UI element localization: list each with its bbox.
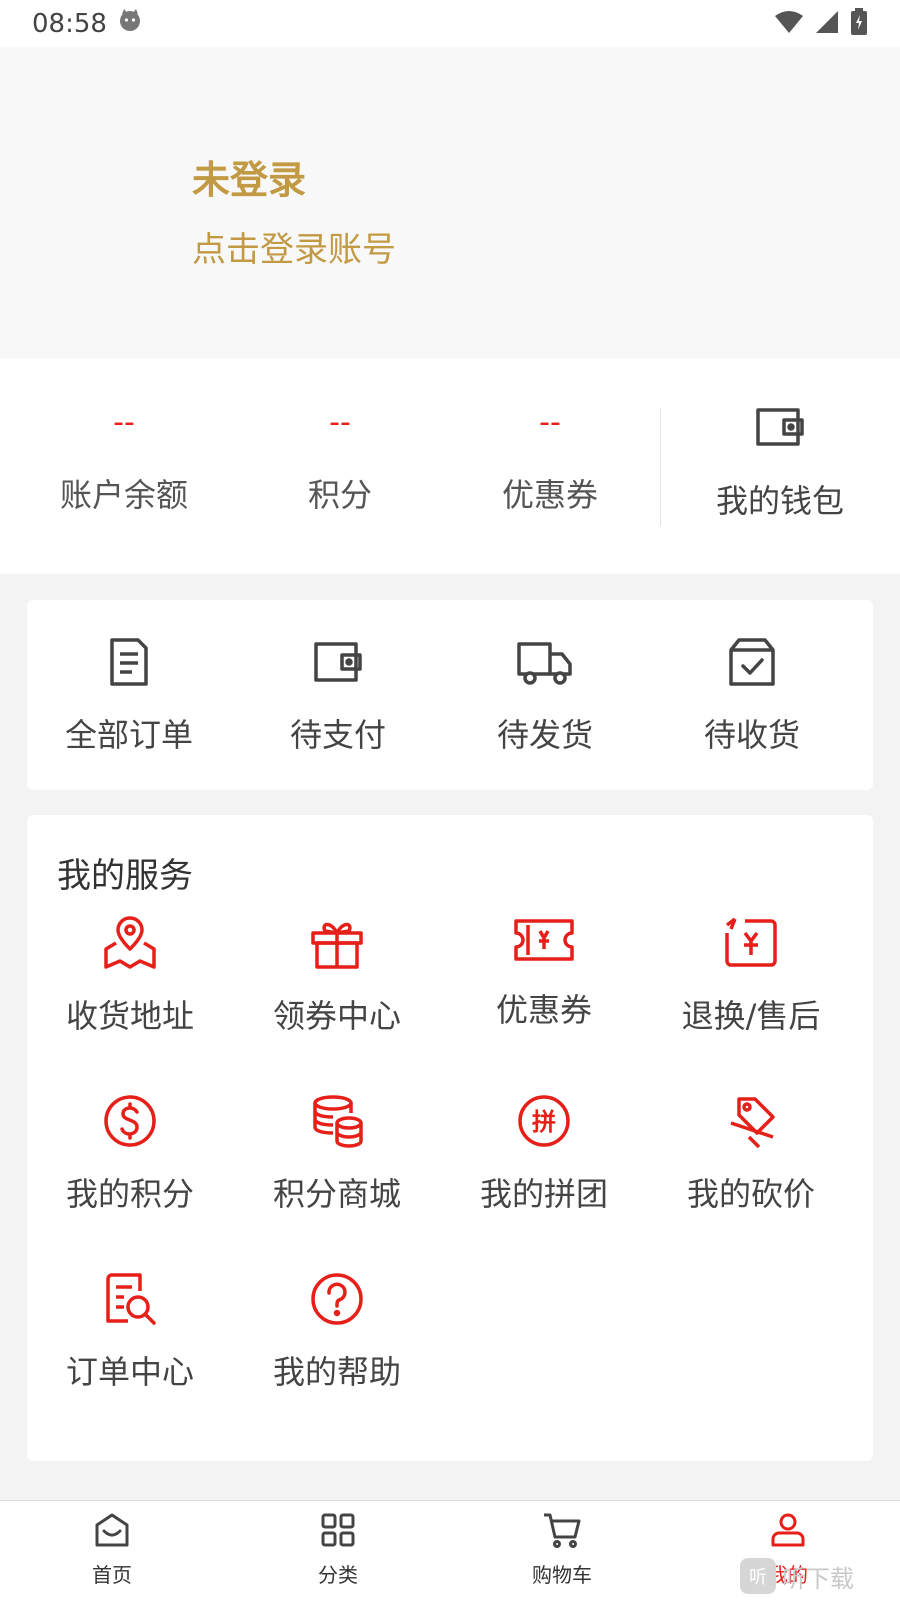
order-search-icon [102,1271,158,1331]
watermark: 听 听下载 [740,1556,854,1596]
login-status-title: 未登录 [192,158,307,202]
returns-aftersales-button[interactable]: 退换/售后 [651,915,851,1037]
stat-label: 积分 [307,476,372,514]
service-label: 收货地址 [65,997,194,1035]
nav-label: 分类 [318,1563,358,1587]
user-icon [769,1511,807,1553]
nav-cart[interactable]: 购物车 [502,1511,622,1588]
refund-icon [723,915,779,975]
wallet-icon [754,404,806,454]
service-label: 我的砍价 [686,1175,815,1213]
document-icon [106,636,152,692]
pending-receipt-button[interactable]: 待收货 [662,636,842,756]
my-wallet-button[interactable]: 我的钱包 [680,404,880,522]
stat-coupons[interactable]: -- 优惠券 [450,406,650,516]
all-orders-button[interactable]: 全部订单 [39,636,219,756]
ticket-icon [512,915,576,969]
order-center-button[interactable]: 订单中心 [30,1271,230,1393]
truck-icon [516,636,574,692]
watermark-logo-icon: 听 [740,1558,776,1594]
box-check-icon [727,636,777,692]
notification-cat-icon [117,7,143,40]
wallet-label: 我的钱包 [715,482,844,520]
group-buy-button[interactable]: 拼 我的拼团 [444,1093,644,1215]
order-label: 待收货 [703,716,800,754]
nav-label: 购物车 [532,1563,592,1587]
group-buy-icon: 拼 [516,1093,572,1153]
stat-value: -- [329,405,351,440]
cart-icon [542,1511,582,1553]
services-card: 我的服务 收货地址 领券中心 优惠券 退换/售后 我的积分 积分商城 拼 我的拼… [27,815,873,1461]
stat-points[interactable]: -- 积分 [240,406,440,516]
divider [660,408,661,526]
my-bargain-button[interactable]: 我的砍价 [651,1093,851,1215]
gift-icon [309,915,365,975]
location-map-icon [102,915,158,975]
order-label: 全部订单 [64,716,193,754]
status-bar: 08:58 [0,0,900,47]
service-label: 订单中心 [65,1353,194,1391]
order-label: 待发货 [496,716,593,754]
wallet-icon [312,636,364,692]
service-label: 优惠券 [495,991,592,1029]
service-label: 我的积分 [65,1175,194,1213]
help-icon [309,1271,365,1331]
price-tag-icon [723,1093,779,1153]
account-stats: -- 账户余额 -- 积分 -- 优惠券 我的钱包 [0,358,900,574]
service-label: 退换/售后 [681,997,821,1035]
stat-balance[interactable]: -- 账户余额 [24,406,224,516]
stat-value: -- [113,405,135,440]
wifi-icon [774,9,804,39]
orders-card: 全部订单 待支付 待发货 待收货 [27,600,873,790]
svg-text:拼: 拼 [532,1108,556,1136]
points-mall-button[interactable]: 积分商城 [237,1093,437,1215]
services-title: 我的服务 [57,856,193,896]
service-label: 我的拼团 [479,1175,608,1213]
stat-value: -- [539,405,561,440]
stat-label: 账户余额 [59,476,188,514]
service-label: 我的帮助 [272,1353,401,1391]
status-time: 08:58 [32,8,107,39]
nav-category[interactable]: 分类 [278,1511,398,1588]
stat-label: 优惠券 [501,476,598,514]
signal-icon [814,9,840,39]
nav-home[interactable]: 首页 [52,1511,172,1588]
pending-payment-button[interactable]: 待支付 [248,636,428,756]
order-label: 待支付 [289,716,386,754]
shipping-address-button[interactable]: 收货地址 [30,915,230,1037]
service-label: 积分商城 [272,1175,401,1213]
watermark-text: 听下载 [782,1564,854,1593]
pending-shipment-button[interactable]: 待发货 [455,636,635,756]
coin-dollar-icon [102,1093,158,1153]
coins-stack-icon [309,1093,365,1153]
my-points-button[interactable]: 我的积分 [30,1093,230,1215]
service-label: 领券中心 [272,997,401,1035]
my-help-button[interactable]: 我的帮助 [237,1271,437,1393]
home-icon [93,1511,131,1553]
coupon-center-button[interactable]: 领券中心 [237,915,437,1037]
login-link[interactable]: 点击登录账号 [192,222,396,271]
grid-icon [319,1511,357,1553]
coupons-button[interactable]: 优惠券 [444,915,644,1031]
nav-label: 首页 [92,1563,132,1587]
battery-icon [850,7,868,40]
login-header[interactable]: 未登录 点击登录账号 [0,47,900,358]
